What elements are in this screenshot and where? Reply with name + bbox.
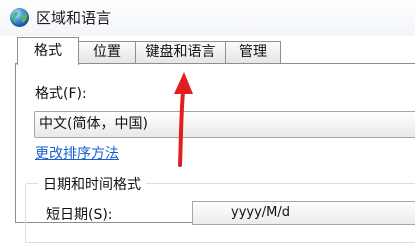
window-title: 区域和语言: [36, 9, 112, 27]
format-label: 格式(F):: [35, 86, 87, 102]
tab-strip: 格式 位置 键盘和语言 管理: [0, 36, 415, 65]
datetime-group-title: 日期和时间格式: [38, 174, 146, 194]
tab-location[interactable]: 位置: [78, 41, 136, 63]
short-date-select[interactable]: yyyy/M/d: [192, 201, 415, 225]
globe-icon: [10, 8, 29, 27]
tab-administrative[interactable]: 管理: [225, 41, 281, 63]
change-sort-method-link[interactable]: 更改排序方法: [35, 143, 119, 163]
title-bar: 区域和语言: [0, 0, 415, 36]
tab-format[interactable]: 格式: [17, 37, 79, 65]
format-select[interactable]: 中文(简体，中国): [34, 111, 415, 138]
short-date-label: 短日期(S):: [46, 207, 113, 223]
tab-keyboards-languages[interactable]: 键盘和语言: [135, 41, 226, 63]
